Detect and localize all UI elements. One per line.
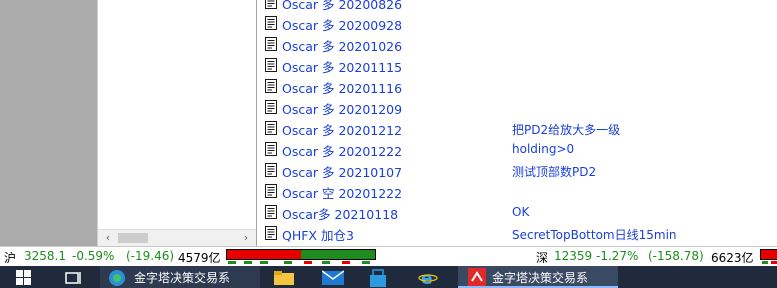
list-item-note: holding>0: [512, 142, 575, 156]
list-item-name: Oscar 多 20200928: [282, 18, 403, 33]
list-item-name: Oscar 多 20201026: [282, 39, 403, 54]
list-item[interactable]: Oscar 多 20200928: [258, 13, 777, 34]
list-item[interactable]: Oscar多 20210118 OK: [258, 202, 777, 223]
document-icon: [265, 58, 277, 72]
sh-updown-bar: [226, 249, 376, 260]
list-item-name: Oscar 多 20200826: [282, 0, 403, 12]
windows-taskbar: 金字塔决策交易系 e 金字塔决策交易系: [0, 266, 777, 288]
sh-label: 沪: [4, 251, 17, 265]
scroll-right-arrow-icon[interactable]: ›: [238, 230, 254, 246]
list-item-name: Oscar 空 20201222: [282, 186, 403, 201]
sh-change-pct: -0.59%: [72, 249, 115, 263]
list-item-note: 把PD2给放大多一级: [512, 123, 621, 137]
list-item[interactable]: Oscar 多 20201209: [258, 97, 777, 118]
sz-change-pct: -1.27%: [596, 249, 639, 263]
internet-explorer-icon: e: [418, 269, 438, 287]
list-item-name: Oscar多 20210118: [282, 207, 399, 222]
list-item[interactable]: Oscar 多 20201212 把PD2给放大多一级: [258, 118, 777, 139]
sh-up-portion: [227, 250, 301, 259]
windows-start-icon: [16, 270, 31, 285]
document-icon: [265, 79, 277, 93]
task-view-icon: [65, 272, 81, 284]
document-icon: [265, 205, 277, 219]
scroll-left-arrow-icon[interactable]: ‹: [100, 230, 116, 246]
scroll-thumb[interactable]: [118, 233, 148, 243]
market-status-bar: 沪 3258.1 -0.59% (-19.46) 4579亿 深 12359 -…: [0, 246, 777, 266]
document-icon: [265, 16, 277, 30]
list-item[interactable]: Oscar 多 20201115: [258, 55, 777, 76]
document-icon: [265, 121, 277, 135]
list-item[interactable]: QHFX 加仓3 SecretTopBottom日线15min: [258, 223, 777, 244]
list-item[interactable]: Oscar 多 20210107 测试顶部数PD2: [258, 160, 777, 181]
edge-icon: [109, 270, 125, 286]
file-explorer-button[interactable]: [270, 266, 300, 288]
document-icon: [265, 37, 277, 51]
document-icon: [265, 226, 277, 240]
side-gray-panel: [0, 0, 97, 246]
list-item[interactable]: Oscar 空 20201222: [258, 181, 777, 202]
list-item[interactable]: Oscar 多 20200826: [258, 0, 777, 13]
list-item-name: Oscar 多 20201222: [282, 144, 403, 159]
list-item[interactable]: Oscar 多 20201026: [258, 34, 777, 55]
taskbar-app-2-label: 金字塔决策交易系: [492, 271, 589, 285]
internet-explorer-button[interactable]: e: [414, 266, 444, 288]
list-item[interactable]: Oscar 多 20201222 holding>0: [258, 139, 777, 160]
formula-list: Oscar 多 20200826 Oscar 多 20200928 Oscar 多 …: [258, 0, 777, 246]
taskbar-app-1[interactable]: 金字塔决策交易系: [100, 266, 260, 288]
sz-index: 12359: [554, 249, 593, 263]
document-icon: [265, 100, 277, 114]
mail-button[interactable]: [318, 266, 348, 288]
app-window: ‹ › Oscar 多 20200826 Oscar 多 20200928 Osca…: [0, 0, 777, 246]
list-item-name: Oscar 多 20201212: [282, 123, 403, 138]
tree-pane[interactable]: ‹ ›: [97, 0, 257, 246]
taskbar-app-1-label: 金字塔决策交易系: [134, 271, 231, 285]
sz-label: 深: [536, 251, 549, 265]
list-item-name: Oscar 多 20210107: [282, 165, 403, 180]
list-item-name: Oscar 多 20201116: [282, 81, 403, 96]
sh-tick-marks: [228, 261, 370, 264]
document-icon: [265, 0, 277, 9]
task-view-button[interactable]: [56, 266, 92, 288]
list-item-note: 测试顶部数PD2: [512, 165, 597, 179]
sz-change: (-158.78): [648, 249, 704, 263]
list-item[interactable]: Oscar 多 20201116: [258, 76, 777, 97]
list-item-name: QHFX 加仓3: [282, 228, 354, 243]
list-item-note: OK: [512, 205, 530, 219]
sh-index: 3258.1: [24, 249, 66, 263]
sz-updown-bar: [760, 249, 777, 260]
mail-icon: [322, 270, 344, 285]
pyramid-app-icon: [468, 268, 486, 286]
document-icon: [265, 142, 277, 156]
store-button[interactable]: [364, 266, 394, 288]
horizontal-scrollbar[interactable]: ‹ ›: [98, 229, 256, 246]
list-item-note: SecretTopBottom日线15min: [512, 228, 677, 242]
document-icon: [265, 163, 277, 177]
sh-volume: 4579亿: [178, 251, 221, 265]
sz-tick-marks: [762, 261, 777, 264]
svg-text:e: e: [421, 269, 433, 287]
sh-change: (-19.46): [126, 249, 175, 263]
store-icon: [370, 269, 386, 287]
list-item-name: Oscar 多 20201115: [282, 60, 403, 75]
file-explorer-icon: [274, 271, 294, 285]
sz-volume: 6623亿: [711, 251, 754, 265]
list-item-name: Oscar 多 20201209: [282, 102, 403, 117]
taskbar-app-2[interactable]: 金字塔决策交易系: [458, 266, 618, 288]
document-icon: [265, 184, 277, 198]
start-button[interactable]: [8, 266, 44, 288]
